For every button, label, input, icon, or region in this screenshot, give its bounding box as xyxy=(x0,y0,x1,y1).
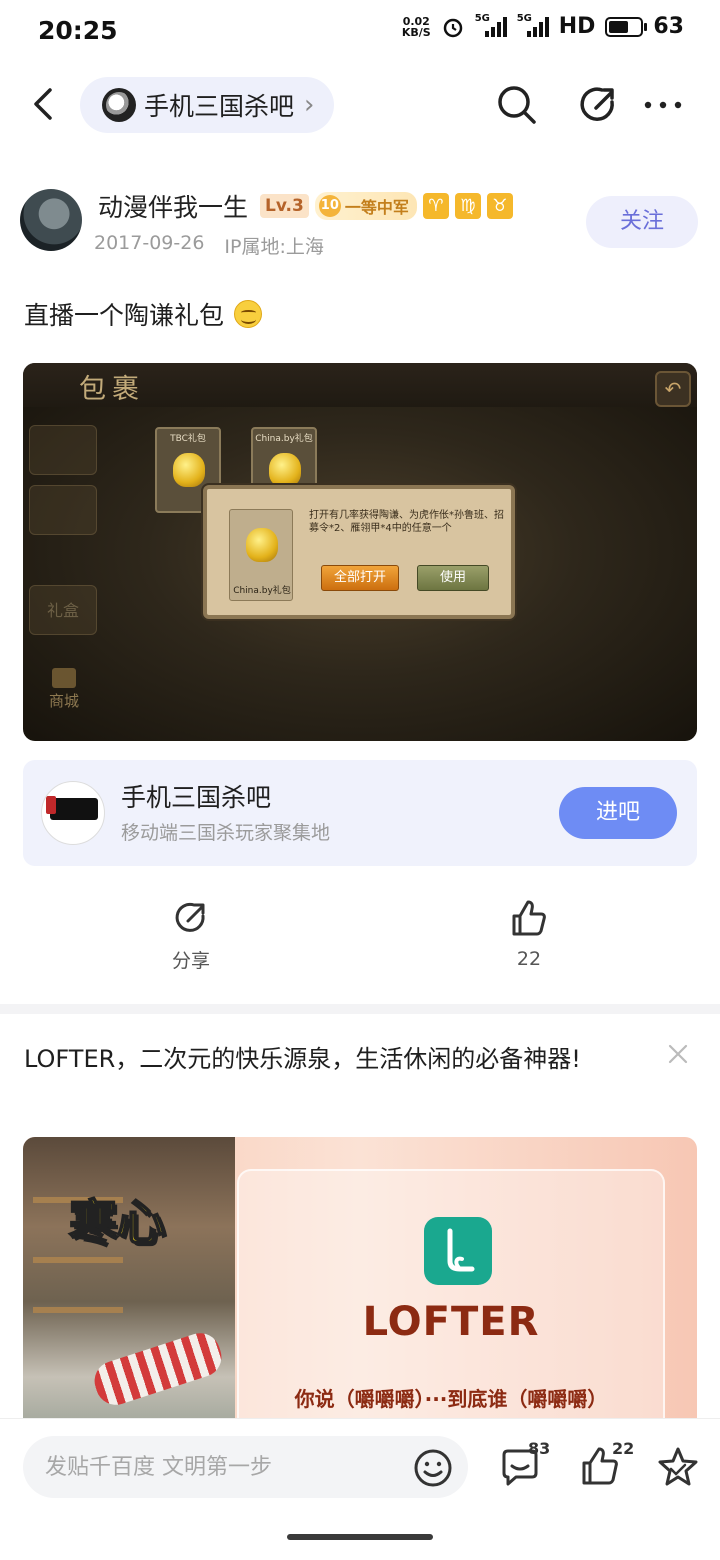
gift-bag-icon xyxy=(173,453,205,487)
open-all-button: 全部打开 xyxy=(321,565,399,591)
smiley-emoji-icon xyxy=(234,300,263,328)
post-text: 直播一个陶谦礼包 xyxy=(24,301,225,330)
virgo-icon: ♍ xyxy=(454,193,481,219)
aries-icon: ♈ xyxy=(422,193,449,219)
like-count: 22 xyxy=(516,948,542,970)
ad-banner[interactable]: 寒心 LOFTER 你说（嚼嚼嚼）···到底谁（嚼嚼嚼） xyxy=(23,1137,697,1437)
return-arrow-icon: ↶ xyxy=(655,371,691,407)
author-badges: Lv.3 10 一等中军 ♈ ♍ ♉ xyxy=(260,192,513,220)
forum-pill-button[interactable]: 手机三国杀吧 › xyxy=(80,77,335,133)
rank-badge: 10 一等中军 xyxy=(314,192,417,220)
shelf-decor xyxy=(33,1257,123,1263)
game-dialog: China.by礼包 打开有几率获得陶谦、为虎作伥*孙鲁班、招募令*2、雁翎甲*… xyxy=(203,485,515,619)
hd-indicator: HD xyxy=(558,14,596,39)
lofter-panel: LOFTER 你说（嚼嚼嚼）···到底谁（嚼嚼嚼） xyxy=(237,1169,665,1437)
taurus-icon: ♉ xyxy=(486,193,513,219)
post-date: 2017-09-26 xyxy=(94,232,205,254)
share-action-button[interactable]: 分享 xyxy=(131,898,251,973)
signal-icon: 5G xyxy=(517,13,549,37)
network-speed-unit: KB/S xyxy=(401,25,431,39)
ad-title[interactable]: LOFTER，二次元的快乐源泉，生活休闲的必备神器! xyxy=(24,1034,624,1084)
forum-card-name: 手机三国杀吧 xyxy=(121,783,272,812)
game-title: 包裹 xyxy=(79,374,145,405)
emoji-icon[interactable] xyxy=(412,1447,454,1489)
avatar[interactable] xyxy=(20,189,82,251)
use-button: 使用 xyxy=(417,565,489,591)
post-actions: 分享 22 xyxy=(0,898,720,984)
post-image[interactable]: 包裹 ↶ 礼盒 商城 TBC礼包 China.by礼包 China.by礼包 打… xyxy=(23,363,697,741)
sim2-label: 5G xyxy=(516,12,532,24)
home-indicator[interactable] xyxy=(287,1534,433,1540)
dialog-item-label: China.by礼包 xyxy=(233,586,291,596)
author-row: 动漫伴我一生 Lv.3 10 一等中军 ♈ ♍ ♉ 2017-09-26 IP属… xyxy=(20,186,700,266)
person-figure xyxy=(89,1327,227,1411)
shop-icon xyxy=(52,668,76,688)
back-icon[interactable] xyxy=(24,84,64,124)
game-side-tab: 礼盒 xyxy=(29,585,97,635)
bottom-bar: 83 22 xyxy=(0,1418,720,1560)
battery-percent: 63 xyxy=(653,14,684,39)
more-icon[interactable] xyxy=(640,82,686,128)
slot-label: China.by礼包 xyxy=(255,434,313,444)
chevron-right-icon: › xyxy=(304,90,315,120)
forum-logo-icon xyxy=(102,88,136,122)
rank-title: 一等中军 xyxy=(344,198,409,217)
enter-forum-button[interactable]: 进吧 xyxy=(559,787,677,839)
ip-location: IP属地:上海 xyxy=(224,236,324,258)
status-time: 20:25 xyxy=(38,16,118,45)
post-content: 直播一个陶谦礼包 xyxy=(24,296,263,332)
section-divider xyxy=(0,1004,720,1014)
game-side-tab xyxy=(29,425,97,475)
share-label: 分享 xyxy=(171,950,210,972)
battery-icon xyxy=(605,16,648,37)
lofter-brand: LOFTER xyxy=(362,1299,540,1345)
ad-photo: 寒心 xyxy=(23,1137,235,1437)
shelf-decor xyxy=(33,1307,123,1313)
like-action-button[interactable]: 22 xyxy=(469,898,589,970)
forum-pill-name: 手机三国杀吧 xyxy=(144,92,295,121)
game-header: 包裹 ↶ xyxy=(23,363,697,407)
search-icon[interactable] xyxy=(494,82,540,128)
share-icon[interactable] xyxy=(576,82,622,128)
alarm-icon xyxy=(443,18,462,37)
level-badge: Lv.3 xyxy=(260,194,309,218)
reply-input[interactable] xyxy=(23,1436,468,1498)
gift-bag-icon xyxy=(269,453,301,487)
rank-number: 10 xyxy=(318,195,341,217)
dialog-item: China.by礼包 xyxy=(229,509,293,601)
follow-button[interactable]: 关注 xyxy=(586,196,698,248)
forum-card[interactable]: 手机三国杀吧 移动端三国杀玩家聚集地 进吧 xyxy=(23,760,697,866)
thumbs-up-icon xyxy=(512,900,546,936)
close-icon[interactable] xyxy=(666,1042,690,1066)
network-speed: 0.02 KB/S xyxy=(402,16,431,38)
author-name[interactable]: 动漫伴我一生 xyxy=(98,188,248,224)
lofter-logo-icon xyxy=(424,1217,492,1285)
shop-label: 商城 xyxy=(49,692,80,710)
game-side-tab xyxy=(29,485,97,535)
signal-icon: 5G xyxy=(475,13,507,37)
status-bar: 20:25 0.02 KB/S 5G 5G HD 63 xyxy=(0,0,720,62)
post-meta: 2017-09-26 IP属地:上海 xyxy=(94,232,324,259)
lofter-slogan: 你说（嚼嚼嚼）···到底谁（嚼嚼嚼） xyxy=(294,1387,608,1411)
comment-count: 83 xyxy=(528,1439,551,1458)
status-indicators: 0.02 KB/S 5G 5G HD 63 xyxy=(402,13,684,40)
forum-logo-icon xyxy=(41,781,105,845)
forum-card-description: 移动端三国杀玩家聚集地 xyxy=(121,822,331,844)
sim1-label: 5G xyxy=(474,12,490,24)
game-shop: 商城 xyxy=(49,668,79,711)
battery-level xyxy=(609,20,628,33)
network-speed-value: 0.02 xyxy=(402,14,430,28)
dialog-text: 打开有几率获得陶谦、为虎作伥*孙鲁班、招募令*2、雁翎甲*4中的任意一个 xyxy=(309,510,504,534)
gift-bag-icon xyxy=(246,528,278,562)
like-count: 22 xyxy=(612,1439,635,1458)
top-nav: 手机三国杀吧 › xyxy=(0,70,720,140)
share-icon xyxy=(175,902,205,932)
slot-label: TBC礼包 xyxy=(170,434,206,444)
star-icon[interactable] xyxy=(656,1445,700,1489)
ad-caption: 寒心 xyxy=(68,1194,166,1252)
